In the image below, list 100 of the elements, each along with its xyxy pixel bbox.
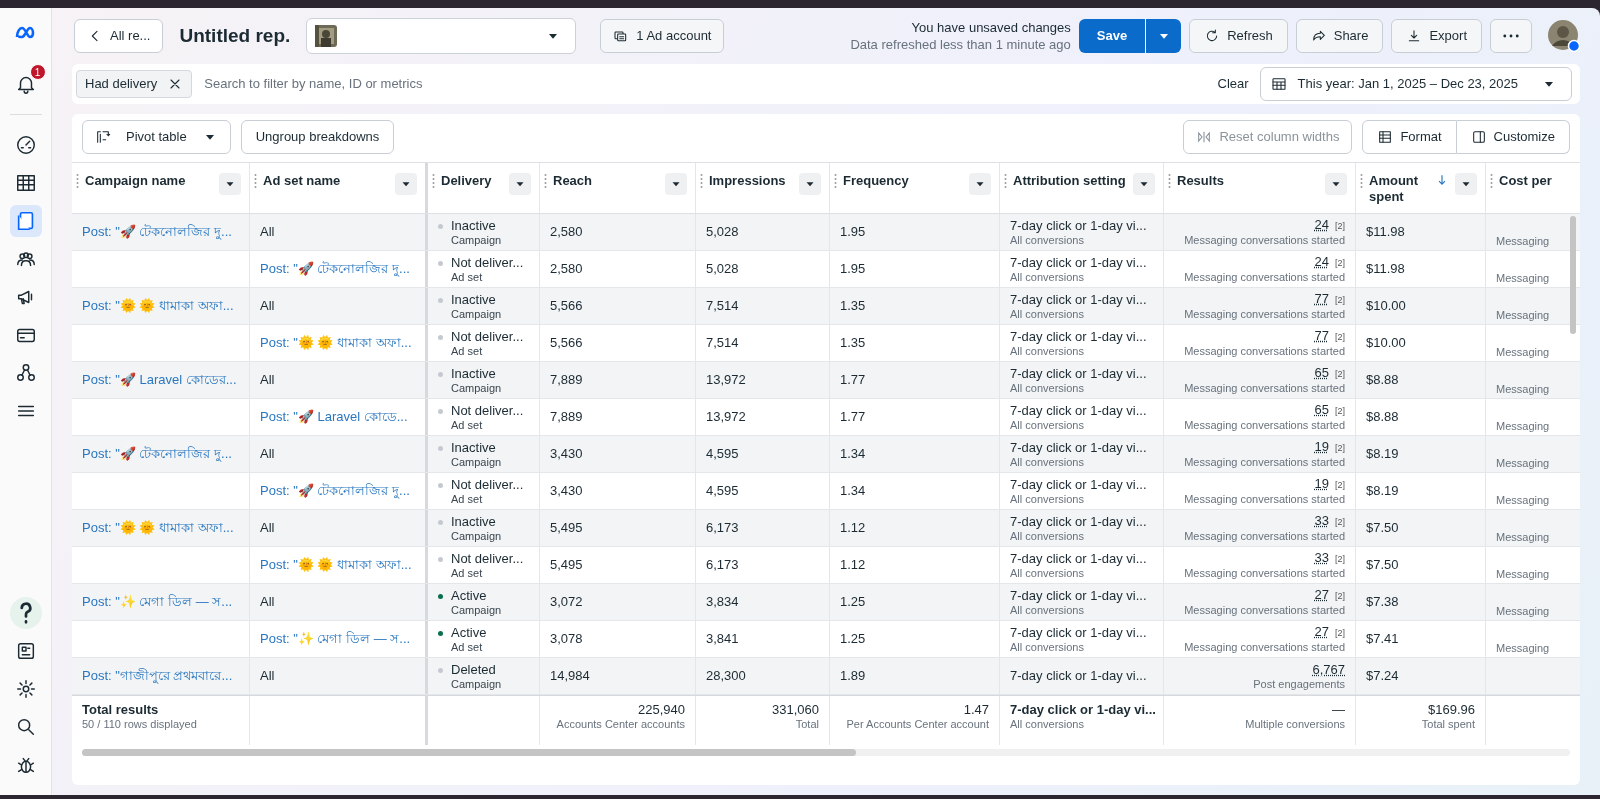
date-range-button[interactable]: This year: Jan 1, 2025 – Dec 23, 2025 [1259, 67, 1572, 101]
column-header[interactable]: Amount spent [1369, 173, 1429, 205]
result-value: 19 [1314, 476, 1329, 491]
impressions-value: 13,972 [706, 409, 747, 425]
amount-spent: $10.00 [1366, 335, 1407, 351]
column-header[interactable]: Results [1177, 173, 1319, 189]
campaign-link[interactable]: Post: "গাজীপুরে প্রথমবারে... [82, 666, 239, 686]
export-button[interactable]: Export [1391, 19, 1482, 53]
table-row[interactable]: Post: "🚀 টেকনোলজির দু... Not deliver... Ad set 2,580 5,028 1.95 7-day click or 1-day vi... All conversions 24 [2] Messaging conversations started $11.98 Messaging [72, 251, 1580, 288]
refresh-button[interactable]: Refresh [1189, 19, 1288, 53]
campaign-link[interactable]: Post: "🚀 টেকনোলজির দু... [82, 444, 239, 464]
result-type: Messaging conversations started [1184, 567, 1345, 580]
column-menu-button[interactable] [969, 173, 991, 195]
table-row[interactable]: Post: "🌞 🌞 ধামাকা অফা... Not deliver... Ad set 5,495 6,173 1.12 7-day click or 1-day vi... All conversions 33 [2] Messaging conversations started $7.50 Messaging [72, 547, 1580, 584]
scrollbar[interactable] [1570, 216, 1576, 334]
format-button[interactable]: Format [1362, 120, 1457, 154]
delivery-level: Campaign [451, 381, 502, 395]
table-icon [14, 172, 37, 194]
campaign-link[interactable]: Post: "✨ মেগা ডিল — স... [82, 592, 239, 612]
amount-spent: $7.24 [1366, 668, 1400, 684]
column-menu-button[interactable] [395, 173, 417, 195]
table-row[interactable]: Post: "✨ মেগা ডিল — স... All Active Campaign 3,072 3,834 1.25 7-day click or 1-day vi... All conversions 27 [2] Messaging conversations started $7.38 Messaging [72, 584, 1580, 621]
table-row[interactable]: Post: "🚀 টেকনোলজির দু... All Inactive Campaign 3,430 4,595 1.34 7-day click or 1-day vi... All conversions 19 [2] Messaging conversations started $8.19 Messaging [72, 436, 1580, 473]
column-menu-button[interactable] [799, 173, 821, 195]
result-type: Messaging conversations started [1184, 493, 1345, 506]
reach-value: 3,430 [550, 483, 584, 499]
total-attribution: 7-day click or 1-day vi... [1010, 702, 1153, 718]
amount-spent: $7.38 [1366, 594, 1400, 610]
calendar-icon [1270, 76, 1287, 92]
ad-set-link[interactable]: Post: "🌞 🌞 ধামাকা অফা... [260, 555, 415, 575]
cost-per-type: Messaging [1496, 309, 1551, 322]
result-footnote: [2] [1335, 221, 1345, 231]
ad-set-name: All [260, 224, 276, 240]
share-icon [1310, 28, 1327, 44]
columns-icon [1470, 129, 1487, 145]
delivery-level: Campaign [451, 233, 502, 247]
cost-per-type: Messaging [1496, 235, 1551, 248]
column-menu-button[interactable] [1455, 173, 1477, 195]
sidebar-item[interactable] [9, 597, 42, 629]
column-header[interactable]: Impressions [709, 173, 793, 189]
save-options-button[interactable] [1145, 19, 1182, 53]
table-row[interactable]: Post: "🚀 Laravel কোডের... All Inactive Campaign 7,889 13,972 1.77 7-day click or 1-day vi... All conversions 65 [2] Messaging conversations started $8.88 Messaging [72, 362, 1580, 399]
attribution-detail: All conversions [1010, 603, 1085, 617]
reach-value: 3,078 [550, 631, 584, 647]
delivery-level: Ad set [451, 418, 484, 432]
campaign-link[interactable]: Post: "🚀 টেকনোলজির দু... [82, 222, 239, 242]
column-header[interactable]: Attribution setting [1013, 173, 1127, 189]
column-header[interactable]: Delivery [441, 173, 503, 189]
pivot-table-button[interactable]: Pivot table [82, 120, 231, 154]
table-row[interactable]: Post: "🌞 🌞 ধামাকা অফা... Not deliver... Ad set 5,566 7,514 1.35 7-day click or 1-day vi... All conversions 77 [2] Messaging conversations started $10.00 Messaging [72, 325, 1580, 362]
campaign-link[interactable]: Post: "🚀 Laravel কোডের... [82, 370, 239, 390]
clear-link[interactable]: Clear [1216, 73, 1250, 95]
ad-set-link[interactable]: Post: "✨ মেগা ডিল — স... [260, 629, 415, 649]
account-selector[interactable] [306, 18, 577, 54]
scrollbar[interactable] [82, 749, 856, 756]
ad-set-link[interactable]: Post: "🌞 🌞 ধামাকা অফা... [260, 333, 415, 353]
attribution-detail: All conversions [1010, 381, 1085, 395]
column-menu-button[interactable] [1133, 173, 1155, 195]
campaign-link[interactable]: Post: "🌞 🌞 ধামাকা অফা... [82, 296, 239, 316]
share-button[interactable]: Share [1295, 19, 1384, 53]
column-header[interactable]: Frequency [843, 173, 963, 189]
ad-account-button[interactable]: 1 Ad account [600, 19, 725, 53]
column-header[interactable]: Campaign name [85, 173, 213, 189]
result-value: 27 [1314, 587, 1329, 602]
result-footnote: [2] [1335, 443, 1345, 453]
customize-button[interactable]: Customize [1456, 120, 1570, 154]
table-row[interactable]: Post: "গাজীপুরে প্রথমবারে... All Deleted Campaign 14,984 28,300 1.89 7-day click or 1-day vi... 6,767 Post engagements $7.24 [72, 658, 1580, 695]
avatar[interactable] [1548, 20, 1580, 52]
result-type: Messaging conversations started [1184, 456, 1345, 469]
filter-bar[interactable]: Had delivery Search to filter by name, ID or metrics Clear This year: Jan 1, 2025 – Dec 23, 2025 [72, 64, 1580, 104]
ad-set-link[interactable]: Post: "🚀 টেকনোলজির দু... [260, 481, 415, 501]
table-row[interactable]: Post: "✨ মেগা ডিল — স... Active Ad set 3,078 3,841 1.25 7-day click or 1-day vi... All conversions 27 [2] Messaging conversations started $7.41 Messaging [72, 621, 1580, 658]
table-row[interactable]: Post: "🚀 টেকনোলজির দু... All Inactive Campaign 2,580 5,028 1.95 7-day click or 1-day vi... All conversions 24 [2] Messaging conversations started $11.98 Messaging [72, 214, 1580, 251]
table-row[interactable]: Post: "🚀 Laravel কোডে... Not deliver... Ad set 7,889 13,972 1.77 7-day click or 1-day vi... All conversions 65 [2] Messaging conversations started $8.88 Messaging [72, 399, 1580, 436]
filter-chip[interactable]: Had delivery [76, 70, 193, 98]
amount-spent: $7.50 [1366, 520, 1400, 536]
column-header[interactable]: Ad set name [263, 173, 389, 189]
amount-spent: $8.19 [1366, 483, 1400, 499]
campaign-link[interactable]: Post: "🌞 🌞 ধামাকা অফা... [82, 518, 239, 538]
attribution-setting: 7-day click or 1-day vi... [1010, 402, 1148, 419]
column-header[interactable]: Reach [553, 173, 659, 189]
column-menu-button[interactable] [219, 173, 241, 195]
back-button[interactable]: All re... [74, 19, 164, 53]
result-type: Messaging conversations started [1184, 419, 1345, 432]
result-footnote: [2] [1335, 258, 1345, 268]
column-menu-button[interactable] [1325, 173, 1347, 195]
total-attribution-detail: All conversions [1010, 718, 1085, 731]
ad-set-link[interactable]: Post: "🚀 Laravel কোডে... [260, 407, 415, 427]
column-menu-button[interactable] [665, 173, 687, 195]
column-header[interactable]: Cost per [1499, 173, 1580, 189]
delivery-level: Campaign [451, 603, 502, 617]
column-menu-button[interactable] [509, 173, 531, 195]
ungroup-button[interactable]: Ungroup breakdowns [240, 120, 395, 154]
table-row[interactable]: Post: "🌞 🌞 ধামাকা অফা... All Inactive Campaign 5,566 7,514 1.35 7-day click or 1-day vi... All conversions 77 [2] Messaging conversations started $10.00 Messaging [72, 288, 1580, 325]
table-row[interactable]: Post: "🌞 🌞 ধামাকা অফা... All Inactive Campaign 5,495 6,173 1.12 7-day click or 1-day vi... All conversions 33 [2] Messaging conversations started $7.50 Messaging [72, 510, 1580, 547]
save-button[interactable]: Save [1078, 19, 1146, 53]
table-row[interactable]: Post: "🚀 টেকনোলজির দু... Not deliver... Ad set 3,430 4,595 1.34 7-day click or 1-day vi... All conversions 19 [2] Messaging conversations started $8.19 Messaging [72, 473, 1580, 510]
ad-set-link[interactable]: Post: "🚀 টেকনোলজির দু... [260, 259, 415, 279]
format-icon [1377, 129, 1394, 145]
delivery-level: Campaign [451, 529, 502, 543]
